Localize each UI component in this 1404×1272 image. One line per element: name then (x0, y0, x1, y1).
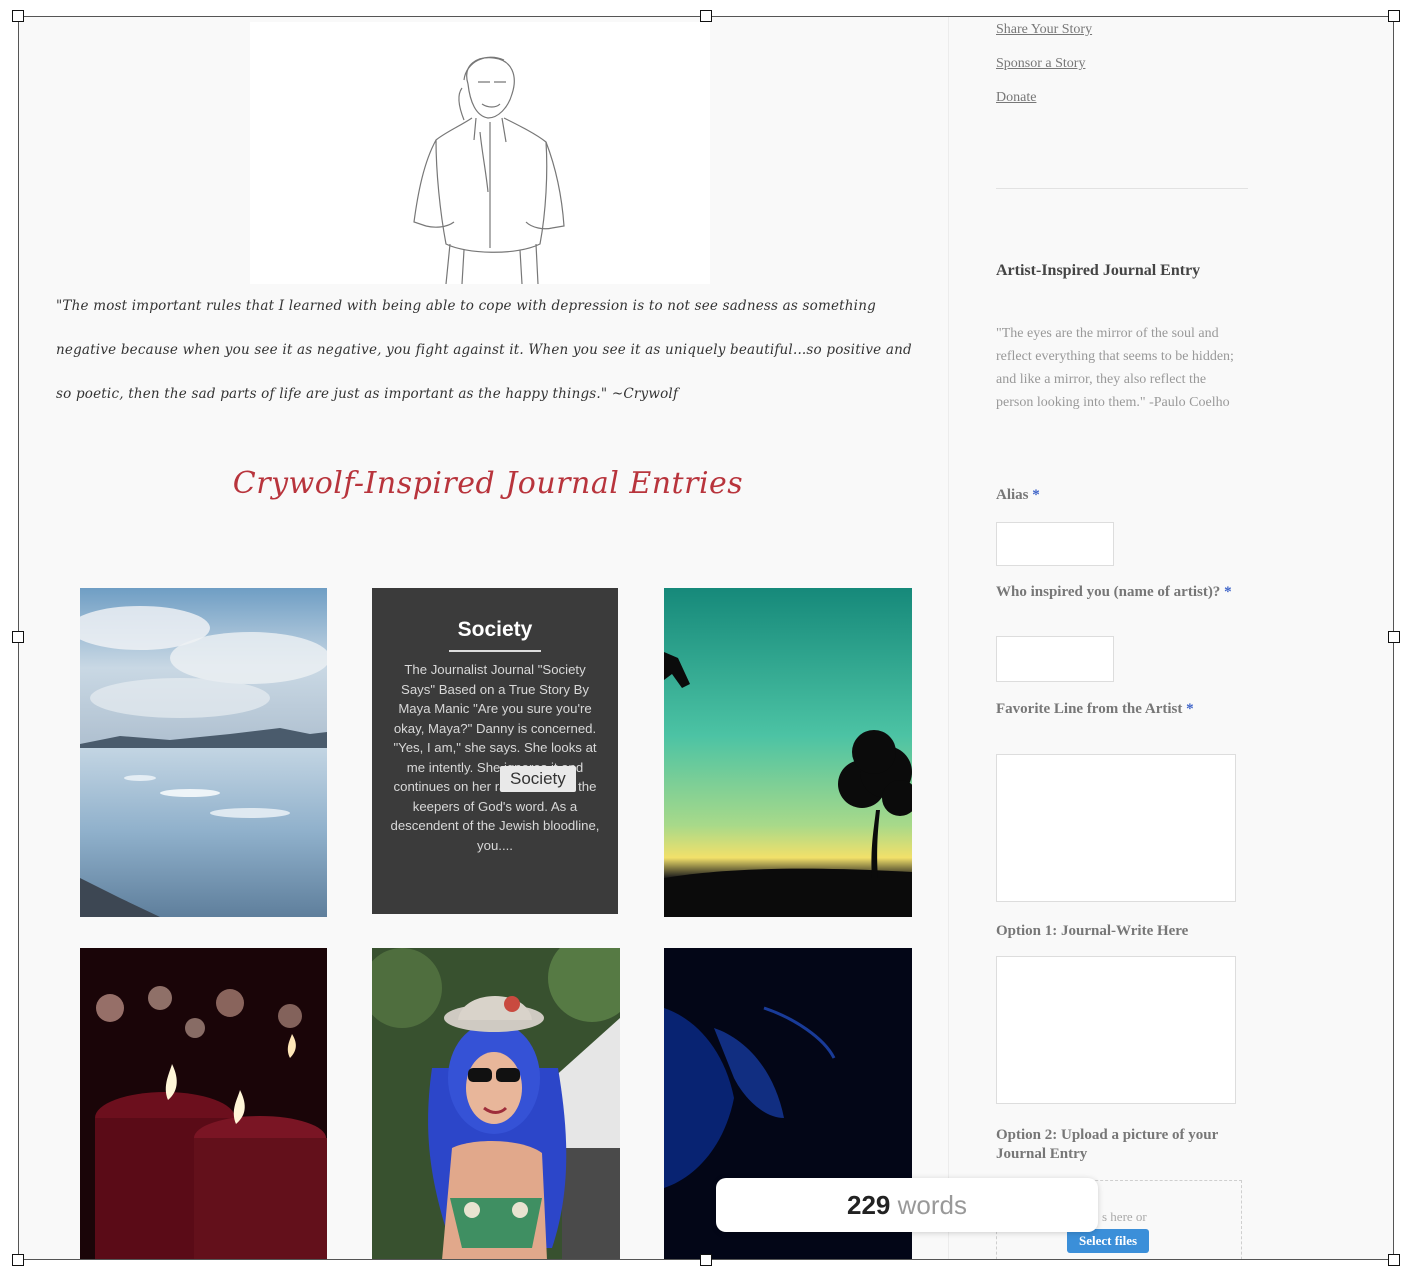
alias-label-text: Alias (996, 487, 1029, 503)
post-category-tag[interactable]: Society (500, 766, 576, 792)
dropzone-text: s here or (1102, 1209, 1147, 1224)
required-mark: * (1032, 487, 1040, 503)
candles-photo-tile[interactable] (80, 948, 327, 1260)
sidebar-rule (996, 188, 1248, 189)
form-quote: "The eyes are the mirror of the soul and… (996, 326, 1234, 410)
festival-portrait-photo-tile[interactable] (372, 948, 620, 1260)
form-title: Artist-Inspired Journal Entry (996, 262, 1201, 279)
sunset-tree-photo-tile[interactable] (664, 588, 912, 917)
resize-handle-middle-left[interactable] (12, 631, 24, 643)
sponsor-a-story-link[interactable]: Sponsor a Story (996, 56, 1085, 72)
favorite-line-label-text: Favorite Line from the Artist (996, 701, 1183, 717)
word-count-number: 229 (847, 1190, 891, 1220)
resize-handle-top-left[interactable] (12, 10, 24, 22)
required-mark: * (1224, 584, 1232, 600)
required-mark: * (1186, 701, 1194, 717)
document-canvas: "The most important rules that I learned… (18, 16, 1394, 1260)
journal-textarea[interactable] (996, 956, 1236, 1104)
favorite-line-textarea[interactable] (996, 754, 1236, 902)
donate-link[interactable]: Donate (996, 90, 1036, 106)
alias-input[interactable] (996, 522, 1114, 566)
favorite-line-label: Favorite Line from the Artist * (996, 700, 1246, 719)
option1-label: Option 1: Journal-Write Here (996, 923, 1189, 939)
option2-label: Option 2: Upload a picture of your Journ… (996, 1127, 1218, 1162)
word-count-unit: words (897, 1190, 967, 1220)
resize-handle-bottom-right[interactable] (1388, 1254, 1400, 1266)
artist-label-text: Who inspired you (name of artist)? (996, 584, 1221, 600)
alias-label: Alias * (996, 486, 1246, 505)
sidebar-divider (948, 16, 949, 1260)
word-count-badge: 229 words (716, 1178, 1098, 1232)
resize-handle-top-center[interactable] (700, 10, 712, 22)
artist-label: Who inspired you (name of artist)? * (996, 583, 1246, 602)
resize-handle-top-right[interactable] (1388, 10, 1400, 22)
society-post-tile[interactable]: Society The Journalist Journal "Society … (372, 588, 618, 914)
post-title: Society (457, 618, 533, 641)
article-quote: "The most important rules that I learned… (56, 298, 912, 402)
post-title-rule (449, 650, 541, 652)
section-title: Crywolf-Inspired Journal Entries (232, 466, 744, 501)
resize-handle-bottom-left[interactable] (12, 1254, 24, 1266)
share-your-story-link[interactable]: Share Your Story (996, 22, 1092, 38)
glacier-photo-tile[interactable] (80, 588, 327, 917)
select-files-button[interactable]: Select files (1067, 1229, 1150, 1253)
artist-name-input[interactable] (996, 636, 1114, 682)
post-excerpt: The Journalist Journal "Society Says" Ba… (390, 662, 600, 853)
sketch-illustration (250, 22, 710, 285)
resize-handle-middle-right[interactable] (1388, 631, 1400, 643)
resize-handle-bottom-center[interactable] (700, 1254, 712, 1266)
